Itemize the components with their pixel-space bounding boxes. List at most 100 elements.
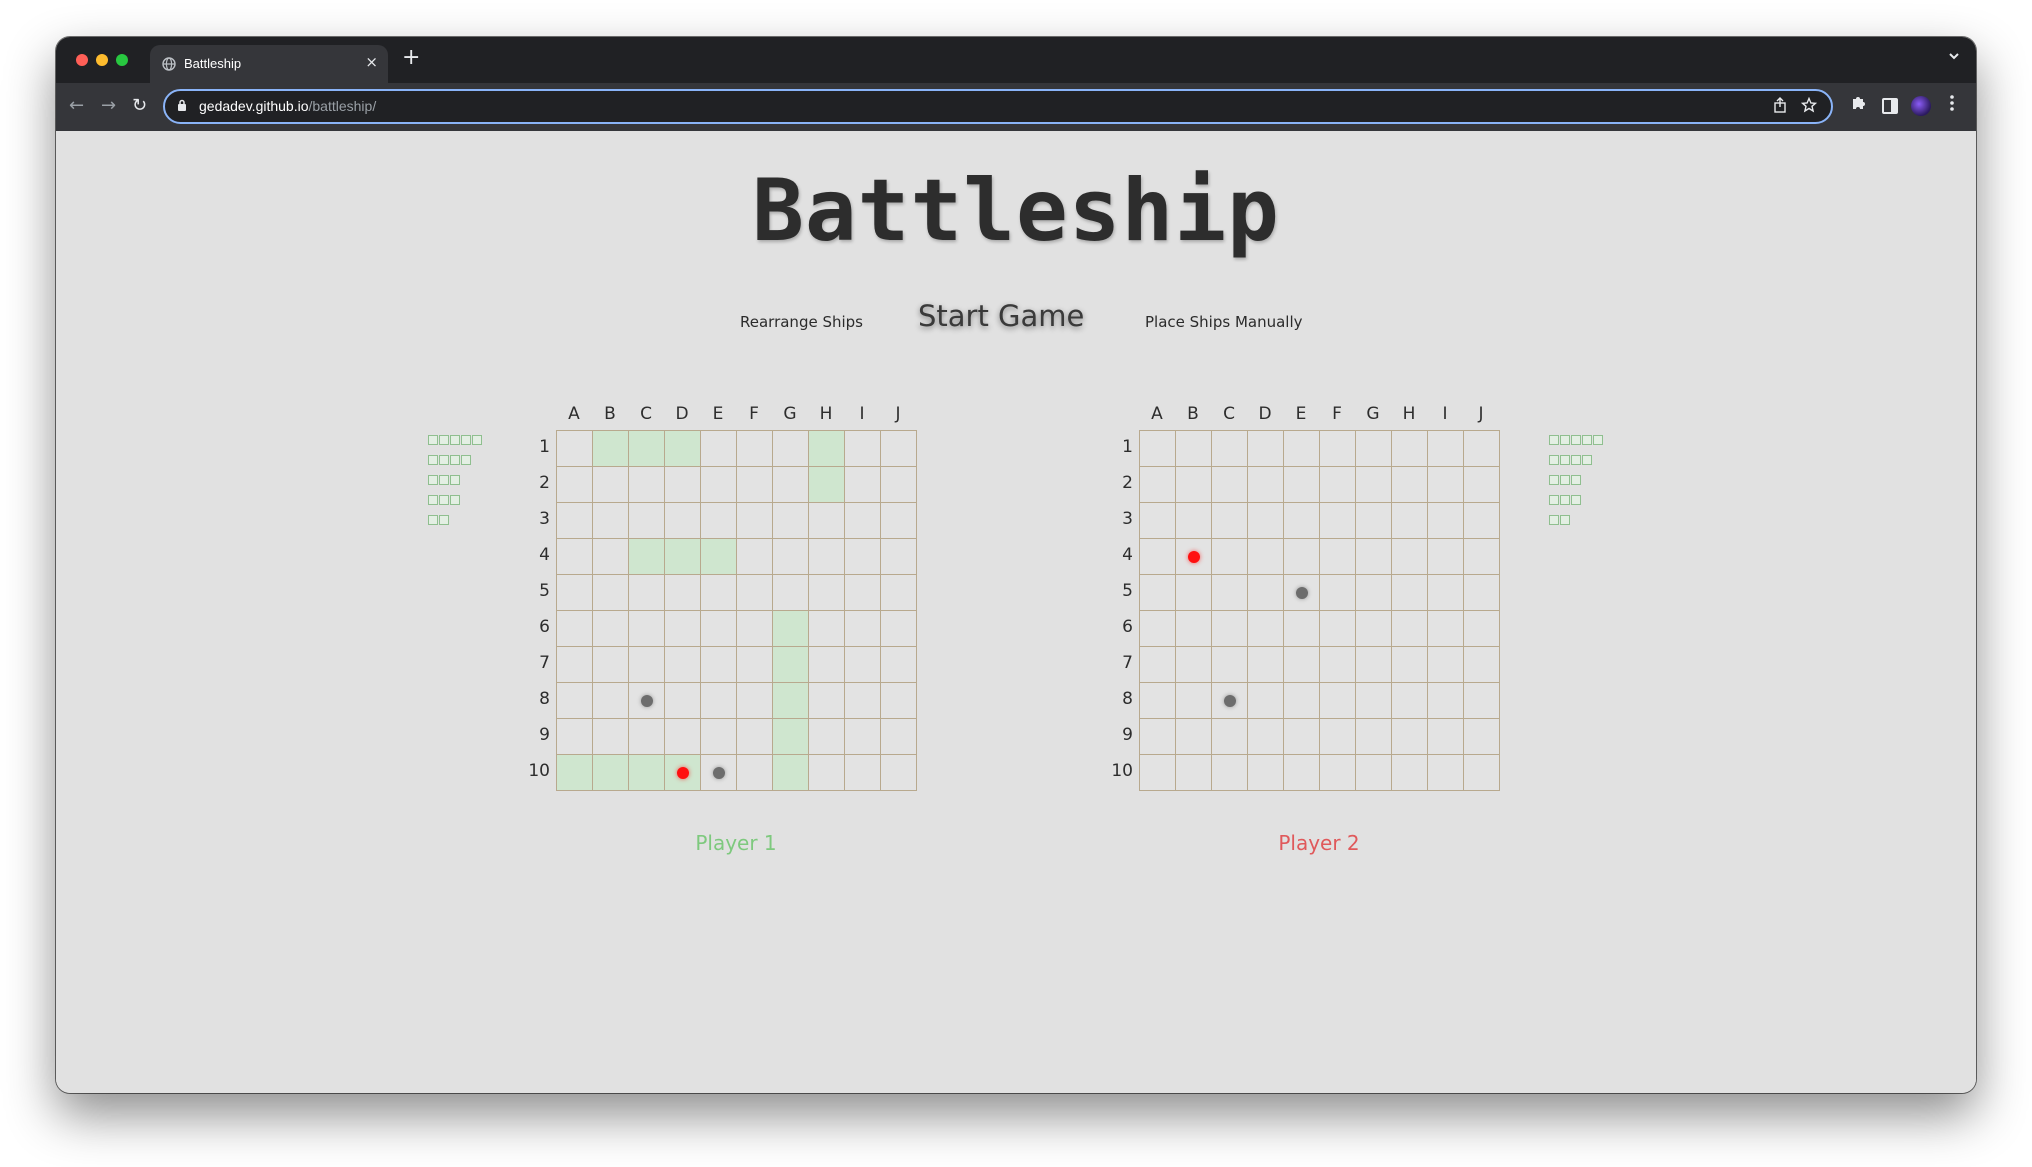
board-cell-b7[interactable] — [1175, 646, 1211, 682]
board-cell-j2[interactable] — [880, 466, 916, 502]
board-cell-j10[interactable] — [880, 754, 916, 790]
board-cell-d3[interactable] — [1247, 502, 1283, 538]
forward-arrow-icon[interactable]: → — [101, 95, 116, 116]
board-cell-c1[interactable] — [1211, 430, 1247, 466]
board-cell-j2[interactable] — [1463, 466, 1499, 502]
board-cell-j1[interactable] — [880, 430, 916, 466]
board-cell-j8[interactable] — [1463, 682, 1499, 718]
board-cell-j6[interactable] — [1463, 610, 1499, 646]
puzzle-icon[interactable] — [1850, 95, 1866, 111]
board-cell-h3[interactable] — [1391, 502, 1427, 538]
board-cell-d6[interactable] — [664, 610, 700, 646]
board-cell-b2[interactable] — [1175, 466, 1211, 502]
board-cell-f3[interactable] — [1319, 502, 1355, 538]
board-cell-c3[interactable] — [1211, 502, 1247, 538]
board-cell-e1[interactable] — [700, 430, 736, 466]
profile-avatar[interactable] — [1911, 96, 1931, 116]
board-cell-b3[interactable] — [1175, 502, 1211, 538]
board-cell-h5[interactable] — [1391, 574, 1427, 610]
board-cell-g1[interactable] — [772, 430, 808, 466]
board-cell-a4[interactable] — [556, 538, 592, 574]
board-cell-j5[interactable] — [880, 574, 916, 610]
board-cell-e8[interactable] — [700, 682, 736, 718]
board-cell-i1[interactable] — [844, 430, 880, 466]
board-cell-e10[interactable] — [700, 754, 736, 790]
board-cell-h9[interactable] — [1391, 718, 1427, 754]
board-cell-i3[interactable] — [1427, 502, 1463, 538]
board-cell-a4[interactable] — [1139, 538, 1175, 574]
board-cell-f2[interactable] — [1319, 466, 1355, 502]
board-cell-a9[interactable] — [556, 718, 592, 754]
lock-icon[interactable] — [177, 99, 187, 112]
board-cell-h2[interactable] — [1391, 466, 1427, 502]
board-cell-d4[interactable] — [1247, 538, 1283, 574]
board-cell-g5[interactable] — [772, 574, 808, 610]
board-cell-g8[interactable] — [1355, 682, 1391, 718]
board-cell-g9[interactable] — [772, 718, 808, 754]
board-cell-b8[interactable] — [1175, 682, 1211, 718]
board-cell-c1[interactable] — [628, 430, 664, 466]
board-cell-e9[interactable] — [1283, 718, 1319, 754]
board-cell-f8[interactable] — [1319, 682, 1355, 718]
board-cell-i7[interactable] — [844, 646, 880, 682]
board-cell-e9[interactable] — [700, 718, 736, 754]
board-cell-a8[interactable] — [1139, 682, 1175, 718]
board-cell-j6[interactable] — [880, 610, 916, 646]
board-cell-h4[interactable] — [808, 538, 844, 574]
board-cell-i5[interactable] — [844, 574, 880, 610]
board-cell-d5[interactable] — [1247, 574, 1283, 610]
board-cell-f9[interactable] — [1319, 718, 1355, 754]
board-cell-e7[interactable] — [1283, 646, 1319, 682]
board-cell-j5[interactable] — [1463, 574, 1499, 610]
board-cell-g4[interactable] — [772, 538, 808, 574]
board-cell-a1[interactable] — [1139, 430, 1175, 466]
board-cell-c10[interactable] — [1211, 754, 1247, 790]
board-cell-c5[interactable] — [1211, 574, 1247, 610]
board-cell-g6[interactable] — [772, 610, 808, 646]
board-cell-e6[interactable] — [1283, 610, 1319, 646]
active-tab[interactable]: Battleship × — [150, 45, 388, 83]
board-cell-c9[interactable] — [628, 718, 664, 754]
board-cell-b7[interactable] — [592, 646, 628, 682]
board-cell-h6[interactable] — [808, 610, 844, 646]
board-cell-j1[interactable] — [1463, 430, 1499, 466]
board-cell-i1[interactable] — [1427, 430, 1463, 466]
board-cell-b1[interactable] — [592, 430, 628, 466]
board-cell-h3[interactable] — [808, 502, 844, 538]
board-cell-f5[interactable] — [1319, 574, 1355, 610]
board-cell-c7[interactable] — [628, 646, 664, 682]
board-cell-a6[interactable] — [1139, 610, 1175, 646]
board-cell-f3[interactable] — [736, 502, 772, 538]
board-cell-d8[interactable] — [664, 682, 700, 718]
board-cell-h10[interactable] — [808, 754, 844, 790]
board-cell-j8[interactable] — [880, 682, 916, 718]
board-cell-b4[interactable] — [1175, 538, 1211, 574]
board-cell-h2[interactable] — [808, 466, 844, 502]
board-cell-d9[interactable] — [1247, 718, 1283, 754]
board-cell-i2[interactable] — [1427, 466, 1463, 502]
minimize-window-button[interactable] — [96, 54, 108, 66]
board-cell-b5[interactable] — [1175, 574, 1211, 610]
board-cell-a2[interactable] — [556, 466, 592, 502]
board-cell-d1[interactable] — [664, 430, 700, 466]
board-cell-a5[interactable] — [556, 574, 592, 610]
board-cell-c4[interactable] — [628, 538, 664, 574]
board-cell-g1[interactable] — [1355, 430, 1391, 466]
board-cell-g8[interactable] — [772, 682, 808, 718]
board-cell-e2[interactable] — [1283, 466, 1319, 502]
board-cell-c6[interactable] — [628, 610, 664, 646]
board-cell-b3[interactable] — [592, 502, 628, 538]
board-cell-j3[interactable] — [1463, 502, 1499, 538]
board-cell-d7[interactable] — [664, 646, 700, 682]
board-cell-e5[interactable] — [700, 574, 736, 610]
place-ships-manually-button[interactable]: Place Ships Manually — [1145, 313, 1303, 331]
board-cell-c5[interactable] — [628, 574, 664, 610]
board-cell-a7[interactable] — [1139, 646, 1175, 682]
side-panel-icon[interactable] — [1882, 98, 1898, 114]
board-cell-i5[interactable] — [1427, 574, 1463, 610]
board-cell-a1[interactable] — [556, 430, 592, 466]
board-cell-d8[interactable] — [1247, 682, 1283, 718]
board-cell-j7[interactable] — [1463, 646, 1499, 682]
board-cell-a2[interactable] — [1139, 466, 1175, 502]
board-cell-b8[interactable] — [592, 682, 628, 718]
